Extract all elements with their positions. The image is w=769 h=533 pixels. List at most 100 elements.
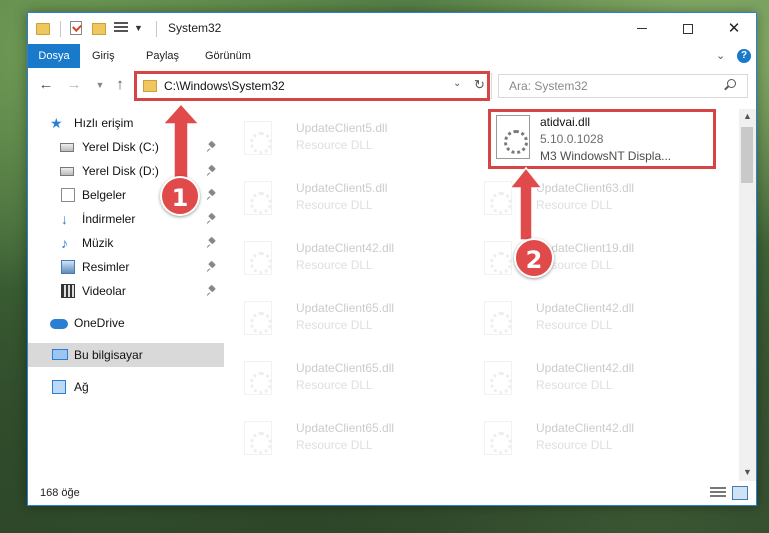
download-icon: ↓ (61, 211, 68, 227)
pin-icon[interactable] (208, 238, 216, 248)
sidebar-item-label: Videolar (82, 284, 126, 298)
window-title: System32 (168, 21, 222, 35)
sidebar-item-videos[interactable]: Videolar (28, 279, 224, 303)
title-bar: ▼ System32 ✕ (28, 13, 756, 44)
tab-file[interactable]: Dosya (28, 44, 80, 68)
sidebar-item-label: Hızlı erişim (74, 116, 134, 130)
pin-icon[interactable] (208, 142, 216, 152)
sidebar-item-this-pc[interactable]: Bu bilgisayar (28, 343, 224, 367)
tab-share[interactable]: Paylaş (136, 44, 189, 68)
sidebar-item-label: OneDrive (74, 316, 125, 330)
documents-icon (61, 188, 75, 202)
file-name: UpdateClient65.dll (296, 301, 395, 315)
scroll-up-arrow-icon[interactable]: ▲ (743, 111, 752, 121)
sidebar-item-label: Yerel Disk (C:) (82, 140, 159, 154)
search-icon[interactable] (723, 78, 737, 92)
sidebar-item-local-disk-d[interactable]: Yerel Disk (D:) (28, 159, 224, 183)
sidebar-item-onedrive[interactable]: OneDrive (28, 311, 224, 335)
file-name: UpdateClient42.dll (536, 361, 635, 375)
list-item[interactable]: UpdateClient42.dll Resource DLL (224, 231, 454, 287)
vertical-scrollbar[interactable]: ▲ ▼ (739, 109, 756, 481)
file-type: Resource DLL (296, 198, 373, 212)
scrollbar-thumb[interactable] (741, 127, 753, 183)
network-icon (52, 380, 66, 394)
file-name: UpdateClient42.dll (536, 301, 635, 315)
list-item[interactable]: UpdateClient65.dll Resource DLL (224, 291, 454, 347)
folder-icon (36, 23, 50, 35)
file-type: Resource DLL (536, 198, 613, 212)
file-type: Resource DLL (296, 438, 373, 452)
pin-icon[interactable] (208, 190, 216, 200)
quick-access-dropdown-icon[interactable]: ▼ (134, 23, 143, 39)
star-icon: ★ (50, 115, 63, 131)
new-folder-icon[interactable] (92, 23, 106, 35)
list-item[interactable]: UpdateClient5.dll Resource DLL (224, 171, 454, 227)
forward-arrow-icon[interactable]: → (66, 77, 82, 93)
list-item[interactable]: UpdateClient65.dll Resource DLL (224, 351, 454, 407)
sidebar-item-downloads[interactable]: ↓ İndirmeler (28, 207, 224, 231)
explorer-window: ▼ System32 ✕ Dosya Giriş Paylaş Görünüm … (27, 12, 757, 506)
sidebar-item-quick-access[interactable]: ★ Hızlı erişim (28, 111, 224, 135)
up-arrow-icon[interactable]: ↑ (112, 77, 128, 93)
list-item[interactable]: UpdateClient42.dll Resource DLL (464, 351, 694, 407)
search-placeholder: Ara: System32 (509, 79, 588, 93)
list-item[interactable]: UpdateClient19.dll Resource DLL (464, 231, 694, 287)
file-name: UpdateClient5.dll (296, 121, 388, 135)
item-count: 168 öğe (40, 487, 80, 499)
maximize-icon (683, 23, 693, 34)
pictures-icon (61, 260, 75, 274)
properties-check-icon[interactable] (70, 21, 82, 35)
list-item[interactable]: UpdateClient42.dll Resource DLL (464, 291, 694, 347)
customize-list-icon[interactable] (114, 22, 128, 35)
recent-locations-dropdown-icon[interactable]: ▼ (92, 77, 108, 93)
sidebar-item-local-disk-c[interactable]: Yerel Disk (C:) (28, 135, 224, 159)
back-arrow-icon[interactable]: ← (38, 77, 54, 93)
tab-home[interactable]: Giriş (82, 44, 125, 68)
tab-view[interactable]: Görünüm (195, 44, 261, 68)
close-button[interactable]: ✕ (711, 13, 757, 44)
list-item[interactable]: UpdateClient5.dll Resource DLL (224, 111, 454, 167)
file-type: Resource DLL (536, 378, 613, 392)
file-type: Resource DLL (296, 138, 373, 152)
file-name: UpdateClient42.dll (296, 241, 395, 255)
sidebar-item-label: İndirmeler (82, 212, 136, 226)
search-input[interactable]: Ara: System32 (498, 74, 748, 98)
title-separator (156, 21, 157, 37)
navigation-pane: ★ Hızlı erişim Yerel Disk (C:) Yerel Dis… (28, 109, 224, 479)
help-icon[interactable]: ? (737, 49, 751, 63)
pin-icon[interactable] (208, 166, 216, 176)
dll-file-icon (484, 181, 512, 215)
quick-access-separator (60, 21, 61, 37)
pin-icon[interactable] (208, 262, 216, 272)
sidebar-item-label: Bu bilgisayar (74, 348, 143, 362)
sidebar-item-pictures[interactable]: Resimler (28, 255, 224, 279)
tiles-view-icon[interactable] (732, 486, 748, 500)
pin-icon[interactable] (208, 286, 216, 296)
expand-ribbon-icon[interactable]: ⌄ (716, 49, 725, 62)
navigation-bar: ← → ▼ ↑ C:\Windows\System32 ⌄ ↻ Ara: Sys… (28, 71, 756, 101)
list-item[interactable]: UpdateClient65.dll Resource DLL (224, 411, 454, 467)
scroll-down-arrow-icon[interactable]: ▼ (743, 467, 752, 477)
minimize-button[interactable] (619, 13, 665, 44)
status-bar: 168 öğe (28, 483, 756, 505)
pin-icon[interactable] (208, 214, 216, 224)
sidebar-item-label: Yerel Disk (D:) (82, 164, 159, 178)
sidebar-item-music[interactable]: ♪ Müzik (28, 231, 224, 255)
computer-icon (52, 349, 68, 360)
file-name: UpdateClient42.dll (536, 421, 635, 435)
callout-badge-2: 2 (514, 238, 554, 278)
dll-file-icon (244, 121, 272, 155)
file-type: Resource DLL (296, 318, 373, 332)
callout-badge-1: 1 (160, 176, 200, 216)
ribbon-tabs: Dosya Giriş Paylaş Görünüm ⌄ ? (28, 44, 756, 68)
details-view-icon[interactable] (710, 487, 726, 499)
dll-file-icon (484, 421, 512, 455)
list-item[interactable]: UpdateClient42.dll Resource DLL (464, 411, 694, 467)
close-icon: ✕ (727, 20, 741, 37)
list-item[interactable]: UpdateClient63.dll Resource DLL (464, 171, 694, 227)
disk-icon (60, 167, 74, 176)
sidebar-item-network[interactable]: Ağ (28, 375, 224, 399)
maximize-button[interactable] (665, 13, 711, 44)
dll-file-icon (484, 301, 512, 335)
dll-file-icon (484, 361, 512, 395)
